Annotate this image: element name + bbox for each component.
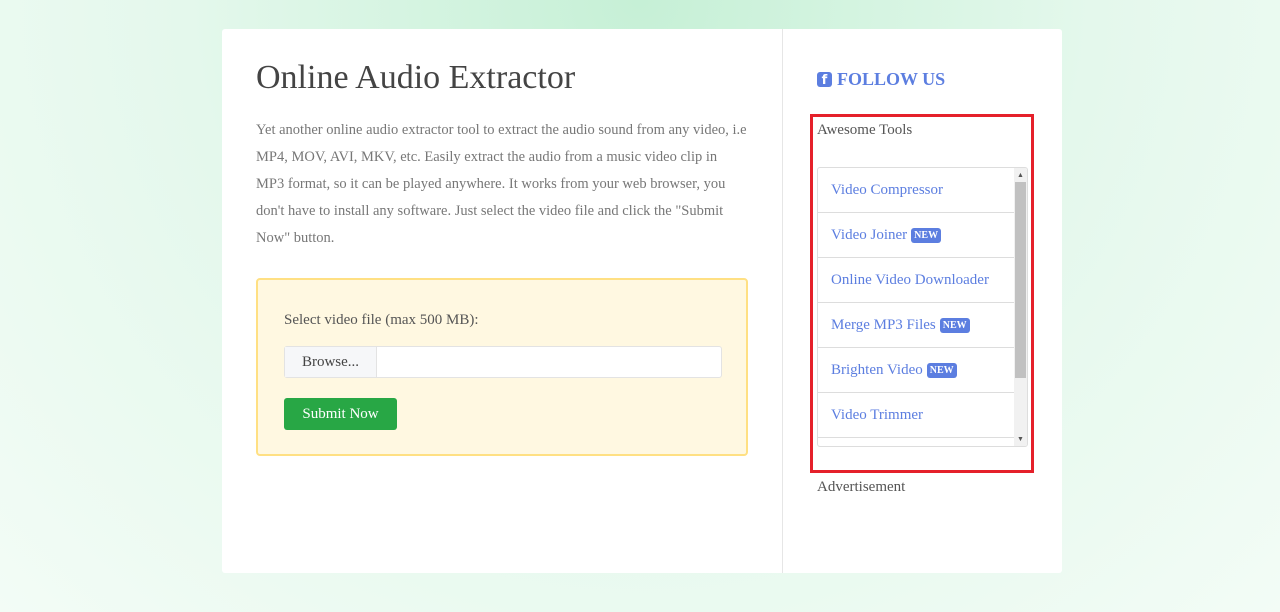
file-label: Select video file (max 500 MB): (284, 312, 479, 328)
upload-form: Select video file (max 500 MB): Browse..… (256, 278, 748, 456)
tool-link[interactable]: Video Trimmer (818, 393, 1015, 438)
browse-button[interactable]: Browse... (285, 347, 377, 377)
follow-label: FOLLOW US (837, 69, 946, 89)
tool-link[interactable]: Merge MP3 Files NEW (818, 303, 1015, 348)
scroll-up-icon[interactable]: ▲ (1017, 171, 1024, 179)
tool-link[interactable]: Brighten Video NEW (818, 348, 1015, 393)
description: Yet another online audio extractor tool … (256, 122, 747, 246)
file-input[interactable]: Browse... (284, 346, 722, 378)
tool-link[interactable]: Online Video Downloader (818, 258, 1015, 303)
tool-link[interactable]: Video Joiner NEW (818, 213, 1015, 258)
tool-label: Online Video Downloader (831, 271, 989, 288)
tools-list: Video Compressor Video Joiner NEW Online Vi… (817, 167, 1028, 447)
scrollbar[interactable]: ▲ ▼ (1014, 168, 1027, 446)
page-title: Online Audio Extractor (256, 59, 576, 96)
tool-link[interactable]: Video Compressor (818, 168, 1015, 213)
tool-label: Merge MP3 Files (831, 316, 936, 333)
advertisement-label: Advertisement (817, 479, 906, 495)
tool-label: Video Compressor (831, 181, 944, 198)
tool-label: Brighten Video (831, 361, 923, 378)
tool-label: Video Trimmer (831, 406, 924, 423)
tools-title: Awesome Tools (817, 122, 913, 138)
scrollbar-thumb[interactable] (1015, 182, 1026, 378)
content-card: Online Audio Extractor Yet another onlin… (222, 29, 1062, 573)
divider (782, 29, 783, 573)
new-badge: NEW (926, 362, 957, 378)
submit-button[interactable]: Submit Now (284, 398, 397, 430)
follow-us-link[interactable]: f FOLLOW US (817, 69, 945, 90)
scroll-down-icon[interactable]: ▼ (1017, 435, 1024, 443)
new-badge: NEW (939, 317, 970, 333)
tool-label: Video Joiner (831, 226, 908, 243)
facebook-icon: f (817, 72, 832, 88)
new-badge: NEW (911, 227, 942, 243)
